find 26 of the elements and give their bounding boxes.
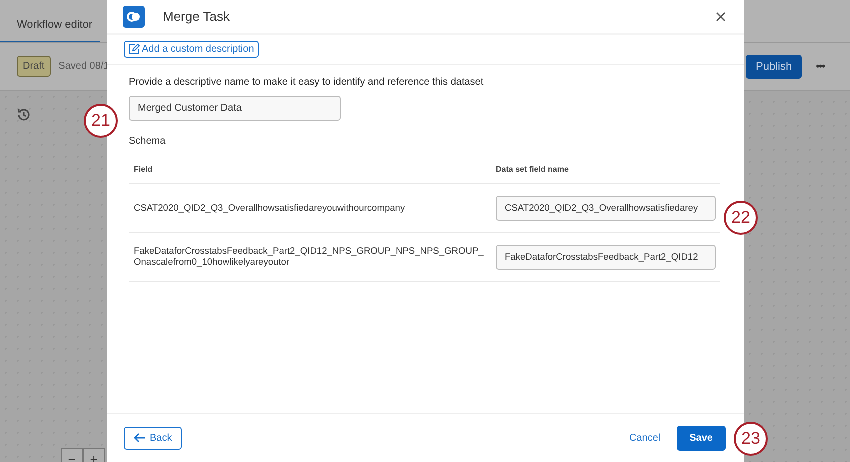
publish-button[interactable]: Publish xyxy=(746,54,802,78)
app-logo-icon xyxy=(123,6,145,28)
draft-badge: Draft xyxy=(17,56,51,77)
close-icon[interactable] xyxy=(716,12,726,22)
history-icon[interactable] xyxy=(16,107,32,123)
dialog-title: Merge Task xyxy=(163,9,231,24)
field-name-cell-text: FakeDataforCrosstabsFeedback_Part2_QID12_NPS_GROUP_NPS_NPS_GROUP_Onascalefrom0_10howlikelyareyoutor xyxy=(133,246,485,268)
column-header: Data set field name xyxy=(495,164,569,174)
column-header: Field xyxy=(133,164,154,174)
more-options-button[interactable]: ••• xyxy=(816,60,825,72)
saved-status: Saved 08/1 xyxy=(58,61,110,72)
left-arrow-icon xyxy=(134,433,146,443)
field-name-input[interactable]: CSAT2020_QID2_Q3_Overallhowsatisfiedarey xyxy=(496,196,716,220)
field-name-input[interactable]: FakeDataforCrosstabsFeedback_Part2_QID12 xyxy=(496,244,716,270)
add-description-button[interactable]: Add a custom description xyxy=(124,41,260,58)
workflow-editor-tab[interactable]: Workflow editor xyxy=(0,19,100,42)
dataset-name-field[interactable]: Merged Customer Data xyxy=(129,96,341,121)
zoom-out-button[interactable]: − xyxy=(61,448,83,462)
schema-heading: Schema xyxy=(129,136,167,147)
name-label: Provide a descriptive name to make it easy to identify and reference this dataset xyxy=(129,77,485,88)
edit-icon xyxy=(129,44,140,55)
zoom-in-button[interactable]: + xyxy=(83,448,105,462)
back-button[interactable]: Back xyxy=(124,426,182,450)
field-name-cell-text: CSAT2020_QID2_Q3_Overallhowsatisfiedareyouwithourcompany xyxy=(133,202,406,214)
cancel-button[interactable]: Cancel xyxy=(630,432,661,444)
save-button[interactable]: Save xyxy=(676,426,726,450)
